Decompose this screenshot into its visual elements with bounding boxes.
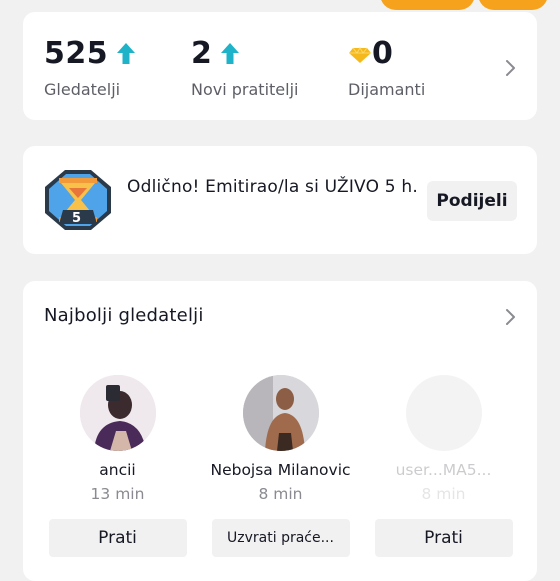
chevron-right-icon[interactable] bbox=[499, 306, 521, 328]
badge-number: 5 bbox=[72, 211, 82, 226]
follow-back-button[interactable]: Uzvrati praće... bbox=[211, 519, 350, 557]
up-arrow-icon bbox=[221, 43, 240, 64]
stat-value: 2 bbox=[191, 36, 213, 71]
share-button[interactable]: Podijeli bbox=[427, 181, 517, 221]
viewer-name: user...MA5... bbox=[395, 461, 492, 479]
viewer-item: user...MA5... 8 min Prati bbox=[356, 375, 531, 557]
top-banner-shape bbox=[478, 0, 548, 10]
up-arrow-icon bbox=[117, 43, 136, 64]
chevron-right-icon[interactable] bbox=[499, 57, 521, 79]
viewer-name: ancii bbox=[99, 461, 136, 479]
stat-new-followers: 2 Novi pratitelji bbox=[191, 34, 298, 99]
stat-label: Dijamanti bbox=[348, 80, 426, 99]
stat-diamonds: 0 Dijamanti bbox=[348, 34, 425, 99]
achievement-card: 5 Odlično! Emitirao/la si UŽIVO 5 h. Pod… bbox=[23, 146, 537, 254]
viewer-item: ancii 13 min Prati bbox=[30, 375, 205, 557]
avatar[interactable] bbox=[79, 375, 156, 451]
viewer-item: Nebojsa Milanovic 8 min Uzvrati praće... bbox=[193, 375, 368, 557]
follow-button[interactable]: Prati bbox=[48, 519, 187, 557]
stat-viewers: 525 Gledatelji bbox=[44, 34, 136, 99]
section-title: Najbolji gledatelji bbox=[44, 305, 204, 326]
viewer-time: 8 min bbox=[421, 485, 466, 503]
avatar[interactable] bbox=[405, 375, 482, 451]
avatar[interactable] bbox=[242, 375, 319, 451]
viewer-time: 13 min bbox=[90, 485, 145, 503]
follow-button[interactable]: Prati bbox=[374, 519, 513, 557]
stats-card[interactable]: 525 Gledatelji 2 Novi pratitelji 0 Dijam… bbox=[23, 12, 537, 120]
viewer-name: Nebojsa Milanovic bbox=[210, 461, 351, 479]
diamond-icon bbox=[349, 47, 371, 63]
stat-label: Novi pratitelji bbox=[191, 80, 299, 99]
stat-label: Gledatelji bbox=[44, 80, 121, 99]
viewer-time: 8 min bbox=[258, 485, 303, 503]
achievement-text: Odlično! Emitirao/la si UŽIVO 5 h. bbox=[127, 177, 418, 197]
top-viewers-card: Najbolji gledatelji ancii 13 min Prati N… bbox=[23, 281, 537, 581]
stat-value: 0 bbox=[372, 36, 394, 71]
top-banner-shape bbox=[380, 0, 475, 10]
stat-value: 525 bbox=[44, 36, 109, 71]
